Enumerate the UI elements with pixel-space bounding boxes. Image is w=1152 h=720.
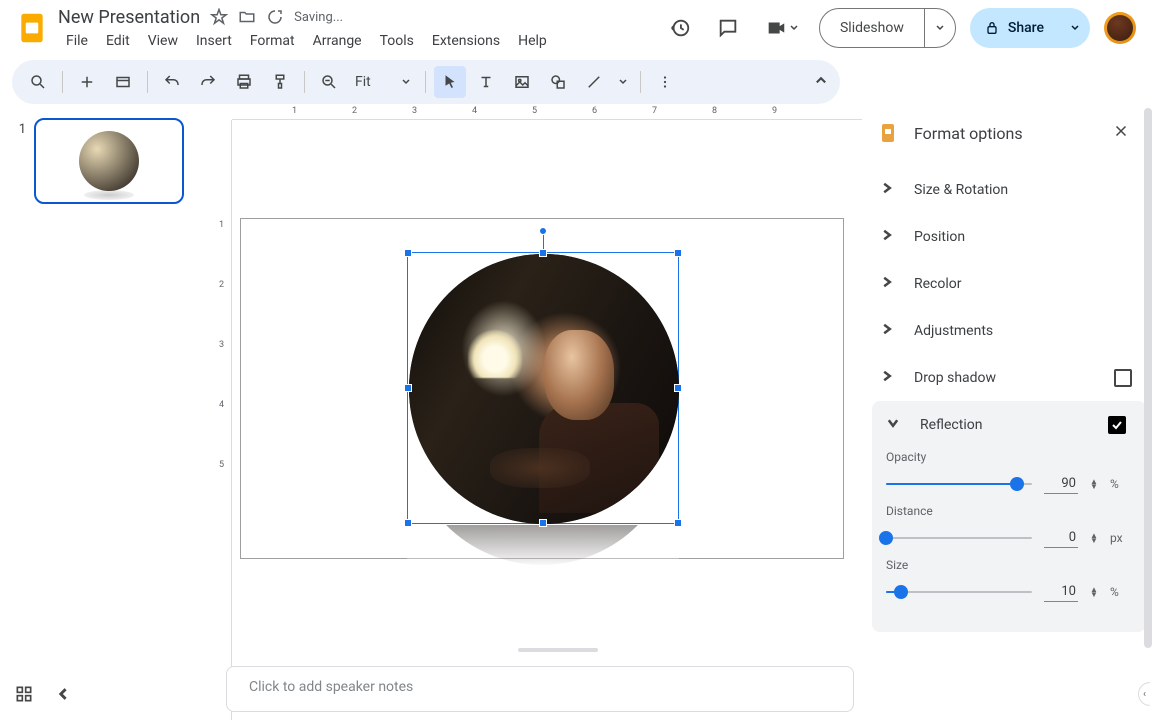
zoom-select[interactable]: Fit (349, 74, 417, 90)
notes-resize-handle[interactable] (518, 648, 598, 652)
resize-handle-ne[interactable] (674, 249, 682, 257)
chevron-right-icon (880, 274, 904, 293)
stepper-icon[interactable]: ▲▼ (1090, 587, 1098, 597)
new-slide-icon[interactable] (71, 66, 103, 98)
menu-edit[interactable]: Edit (98, 31, 138, 51)
section-reflection[interactable]: Reflection (920, 417, 1108, 433)
size-label: Size (886, 558, 1126, 572)
menu-arrange[interactable]: Arrange (305, 31, 370, 51)
section-recolor[interactable]: Recolor (866, 260, 1152, 307)
star-icon[interactable] (210, 8, 228, 26)
canvas-area: 123456789 12345 (208, 104, 862, 720)
thumb-number: 1 (12, 122, 26, 137)
panel-scrollbar[interactable] (1144, 108, 1152, 648)
doc-title[interactable]: New Presentation (58, 7, 200, 28)
image-icon[interactable] (506, 66, 538, 98)
image-reflection (407, 525, 679, 575)
slide-thumbnails: 1 (0, 104, 208, 720)
history-icon[interactable] (663, 11, 697, 45)
slideshow-dropdown[interactable] (924, 9, 955, 47)
resize-handle-se[interactable] (674, 519, 682, 527)
vertical-ruler[interactable]: 12345 (216, 120, 232, 720)
close-icon[interactable] (1108, 118, 1134, 148)
resize-handle-w[interactable] (404, 384, 412, 392)
resize-handle-n[interactable] (539, 249, 547, 257)
save-status: Saving... (294, 10, 343, 25)
move-icon[interactable] (238, 8, 256, 26)
rotation-handle[interactable] (539, 227, 547, 235)
drop-shadow-checkbox[interactable] (1114, 369, 1132, 387)
chevron-right-icon (880, 368, 904, 387)
slide-thumbnail-1[interactable] (34, 118, 184, 204)
share-dropdown[interactable] (1060, 8, 1090, 48)
section-position[interactable]: Position (866, 213, 1152, 260)
toolbar: Fit (12, 60, 840, 104)
menu-format[interactable]: Format (242, 31, 303, 51)
section-drop-shadow[interactable]: Drop shadow (866, 354, 1152, 401)
speaker-notes[interactable]: Click to add speaker notes (226, 666, 854, 712)
chevron-right-icon (880, 321, 904, 340)
cloud-sync-icon (266, 8, 284, 26)
menu-view[interactable]: View (140, 31, 186, 51)
slides-logo[interactable] (12, 8, 52, 48)
resize-handle-nw[interactable] (404, 249, 412, 257)
stepper-icon[interactable]: ▲▼ (1090, 479, 1098, 489)
undo-icon[interactable] (156, 66, 188, 98)
line-dropdown-icon[interactable] (614, 66, 632, 98)
format-options-panel: Format options Size & Rotation Position … (866, 104, 1152, 720)
section-adjustments[interactable]: Adjustments (866, 307, 1152, 354)
grid-view-icon[interactable] (14, 684, 34, 708)
more-icon[interactable] (649, 66, 681, 98)
layout-icon[interactable] (107, 66, 139, 98)
panel-title: Format options (914, 124, 1094, 143)
menu-extensions[interactable]: Extensions (424, 31, 508, 51)
section-size-rotation[interactable]: Size & Rotation (866, 166, 1152, 213)
size-input[interactable] (1044, 582, 1078, 602)
slide-canvas[interactable] (240, 218, 844, 559)
search-icon[interactable] (22, 66, 54, 98)
shape-icon[interactable] (542, 66, 574, 98)
meet-icon[interactable] (759, 11, 805, 45)
distance-input[interactable] (1044, 528, 1078, 548)
stepper-icon[interactable]: ▲▼ (1090, 533, 1098, 543)
format-options-icon (876, 121, 900, 145)
opacity-input[interactable] (1044, 474, 1078, 494)
print-icon[interactable] (228, 66, 260, 98)
chevron-down-icon[interactable] (886, 415, 910, 434)
distance-label: Distance (886, 504, 1126, 518)
slide-image[interactable] (409, 254, 679, 524)
line-icon[interactable] (578, 66, 610, 98)
zoom-out-icon[interactable] (313, 66, 345, 98)
resize-handle-sw[interactable] (404, 519, 412, 527)
avatar[interactable] (1104, 12, 1136, 44)
opacity-label: Opacity (886, 450, 1126, 464)
slideshow-button[interactable]: Slideshow (819, 8, 956, 48)
opacity-slider[interactable] (886, 483, 1032, 485)
textbox-icon[interactable] (470, 66, 502, 98)
menu-help[interactable]: Help (510, 31, 555, 51)
share-button[interactable]: Share (970, 8, 1090, 48)
menu-file[interactable]: File (58, 31, 96, 51)
collapse-toolbar-icon[interactable] (814, 73, 828, 92)
menu-tools[interactable]: Tools (372, 31, 422, 51)
resize-handle-s[interactable] (539, 519, 547, 527)
resize-handle-e[interactable] (674, 384, 682, 392)
selection-box[interactable] (407, 252, 679, 524)
size-slider[interactable] (886, 591, 1032, 593)
reflection-checkbox[interactable] (1108, 416, 1126, 434)
paint-format-icon[interactable] (264, 66, 296, 98)
menu-bar: File Edit View Insert Format Arrange Too… (58, 31, 663, 51)
distance-slider[interactable] (886, 537, 1032, 539)
menu-insert[interactable]: Insert (188, 31, 240, 51)
horizontal-ruler[interactable]: 123456789 (232, 104, 862, 120)
comment-icon[interactable] (711, 11, 745, 45)
redo-icon[interactable] (192, 66, 224, 98)
select-tool-icon[interactable] (434, 66, 466, 98)
hide-filmstrip-icon[interactable] (56, 686, 72, 706)
chevron-right-icon (880, 180, 904, 199)
chevron-right-icon (880, 227, 904, 246)
